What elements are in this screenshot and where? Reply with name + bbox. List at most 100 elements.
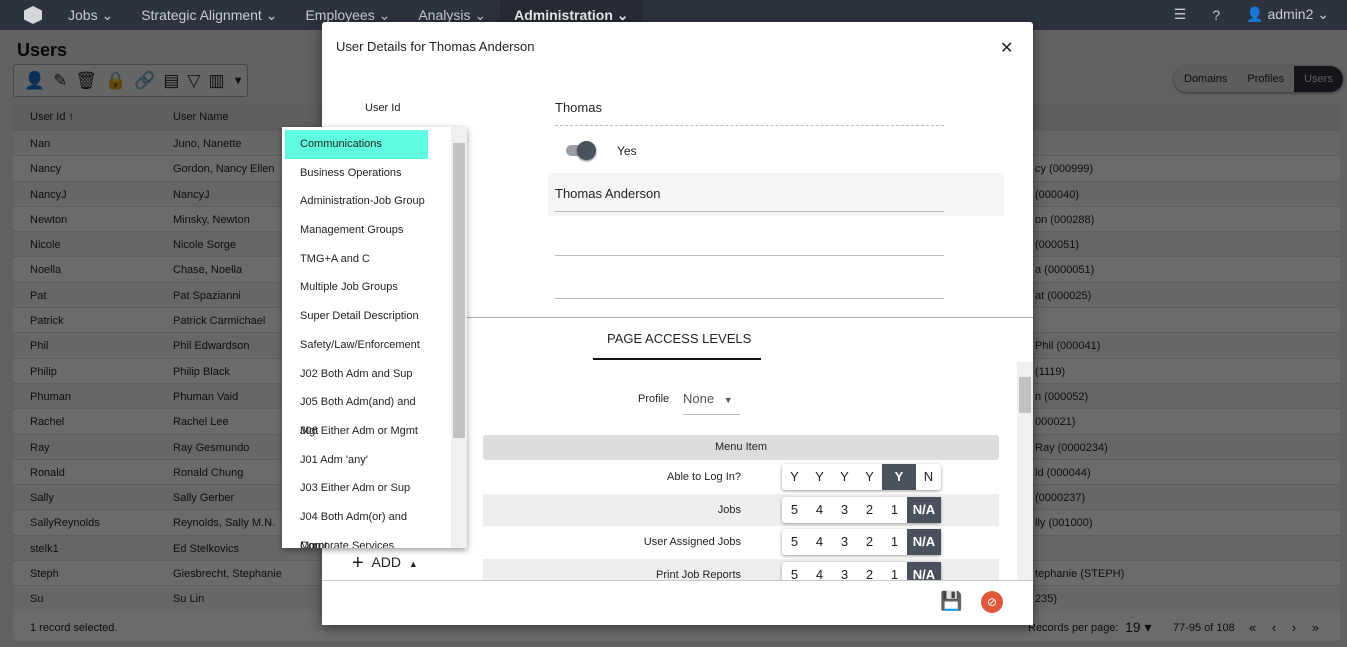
dropdown-scrollbar[interactable]	[451, 127, 467, 548]
cell: (000051)	[1035, 239, 1080, 252]
access-level-option[interactable]: 2	[857, 497, 882, 523]
tab-page-access-levels[interactable]: PAGE ACCESS LEVELS	[607, 331, 751, 346]
cell: Ed Stelkovics	[173, 542, 240, 555]
tab-domains[interactable]: Domains	[1174, 66, 1237, 92]
access-level-option[interactable]: 5	[782, 497, 807, 523]
cell: 235)	[1035, 593, 1058, 606]
access-row-label: Able to Log In?	[666, 471, 741, 483]
full-name-field[interactable]: Thomas Anderson	[555, 186, 944, 212]
scrollbar[interactable]	[1017, 362, 1033, 580]
more-dropdown-icon[interactable]: ▼	[233, 75, 244, 87]
access-level-option[interactable]: N/A	[907, 529, 941, 555]
dropdown-option[interactable]: Business Operations	[285, 159, 428, 188]
cell: Gordon, Nancy Ellen	[173, 163, 275, 176]
cell: Pat Spazianni	[173, 289, 241, 302]
empty-field-2[interactable]	[555, 283, 944, 299]
delete-trash-icon[interactable]: 🗑	[75, 71, 97, 91]
save-icon[interactable]: 💾	[940, 591, 962, 612]
nav-employees[interactable]: Employees ⌄	[305, 7, 390, 24]
tab-profiles[interactable]: Profiles	[1237, 66, 1294, 92]
access-level-option[interactable]: Y	[882, 464, 916, 490]
dropdown-option[interactable]: Communications	[285, 130, 428, 159]
nav-analysis[interactable]: Analysis ⌄	[418, 7, 486, 24]
access-level-option[interactable]: 1	[882, 529, 907, 555]
user-id-field[interactable]: Thomas	[555, 100, 944, 126]
access-level-option[interactable]: 4	[807, 497, 832, 523]
filter-icon[interactable]: ▽	[187, 71, 200, 91]
cancel-icon[interactable]: ⊘	[981, 591, 1003, 613]
access-level-option[interactable]: Y	[857, 464, 882, 490]
empty-field-1[interactable]	[555, 241, 944, 256]
access-level-option[interactable]: 2	[857, 529, 882, 555]
print-icon[interactable]: ▤	[163, 71, 179, 91]
dropdown-option[interactable]: J06 Either Adm or Mgmt	[285, 417, 428, 446]
dropdown-option[interactable]: Corporate Services	[285, 532, 428, 548]
user-icon: 👤	[1246, 6, 1264, 22]
rpp-select[interactable]: 19 ▾	[1125, 619, 1152, 636]
access-row: Jobs 5 4 3 2 1 N/A	[483, 493, 999, 526]
cell: Ray Gesmundo	[173, 441, 250, 454]
lock-icon[interactable]: 🔒	[105, 71, 126, 91]
nav-jobs[interactable]: Jobs ⌄	[68, 7, 113, 24]
cell: Ronald	[30, 466, 65, 479]
active-toggle[interactable]	[566, 141, 596, 160]
access-level-option[interactable]: 3	[832, 529, 857, 555]
cell: Patrick Carmichael	[173, 315, 266, 328]
access-level-option[interactable]: Y	[782, 464, 807, 490]
dropdown-option[interactable]: Multiple Job Groups	[285, 273, 428, 302]
cell: Ray	[30, 441, 50, 454]
access-level-option[interactable]: 5	[782, 529, 807, 555]
pagination-icons[interactable]: « ‹ › »	[1249, 620, 1319, 635]
cell: Philip	[30, 365, 57, 378]
cell: Nan	[30, 138, 51, 150]
dropdown-option[interactable]: J01 Adm 'any'	[285, 446, 428, 475]
access-level-option[interactable]: Y	[832, 464, 857, 490]
cell: a (0000051)	[1035, 264, 1095, 277]
cell: Phil (000041)	[1035, 340, 1101, 353]
dropdown-option[interactable]: J03 Either Adm or Sup	[285, 474, 428, 503]
access-level-option[interactable]: 1	[882, 497, 907, 523]
cell: Nancy	[30, 163, 62, 176]
link-icon[interactable]: 🔗	[134, 71, 155, 91]
dropdown-option[interactable]: Safety/Law/Enforcement	[285, 331, 428, 360]
add-button[interactable]: + ADD ▲	[352, 552, 418, 575]
user-menu[interactable]: 👤 admin2 ⌄	[1246, 6, 1329, 23]
cell: Sally Gerber	[173, 492, 235, 505]
selection-status: 1 record selected.	[30, 622, 118, 634]
cell: Sally	[30, 492, 54, 505]
profile-select[interactable]: None ▼	[683, 391, 740, 415]
reports-icon[interactable]: ▥	[209, 71, 225, 91]
cell: NancyJ	[30, 188, 67, 201]
access-level-option[interactable]: N	[916, 464, 941, 490]
cell: Su Lin	[173, 593, 205, 606]
access-level-option[interactable]: 4	[807, 529, 832, 555]
cell: Reynolds, Sally M.N.	[173, 517, 276, 530]
settings-sliders-icon[interactable]: ☰	[1174, 6, 1187, 23]
cell: Nicole	[30, 239, 61, 252]
close-icon[interactable]: ✕	[1000, 38, 1013, 58]
access-level-option[interactable]: N/A	[907, 496, 941, 523]
access-level-option[interactable]: Y	[807, 464, 832, 490]
col-user-name[interactable]: User Name	[173, 111, 229, 123]
cell: Phil	[30, 340, 49, 353]
cell: Steph	[30, 568, 59, 581]
cell: Phuman	[30, 390, 71, 403]
nav-strategic-alignment[interactable]: Strategic Alignment ⌄	[141, 7, 277, 24]
help-icon[interactable]: ?	[1212, 7, 1220, 23]
dropdown-option[interactable]: Super Detail Description	[285, 302, 428, 331]
edit-pencil-icon[interactable]: ✎	[53, 71, 67, 91]
add-user-icon[interactable]: 👤	[24, 71, 45, 91]
dropdown-option[interactable]: TMG+A and C	[285, 245, 428, 274]
dropdown-option[interactable]: Management Groups	[285, 216, 428, 245]
dropdown-option[interactable]: J02 Both Adm and Sup	[285, 360, 428, 389]
col-user-id[interactable]: User Id ↑	[30, 111, 74, 123]
dropdown-option[interactable]: J04 Both Adm(or) and Mgmt	[285, 503, 428, 548]
access-level-option[interactable]: 3	[832, 497, 857, 523]
cell: lly (001000)	[1035, 517, 1093, 530]
menu-item-header: Menu Item	[483, 435, 999, 460]
dropdown-option[interactable]: J05 Both Adm(and) and Mgt	[285, 388, 428, 437]
tab-users[interactable]: Users	[1294, 66, 1343, 92]
plus-icon: +	[352, 552, 364, 574]
cell: Juno, Nanette	[173, 138, 242, 150]
dropdown-option[interactable]: Administration-Job Group	[285, 187, 428, 216]
